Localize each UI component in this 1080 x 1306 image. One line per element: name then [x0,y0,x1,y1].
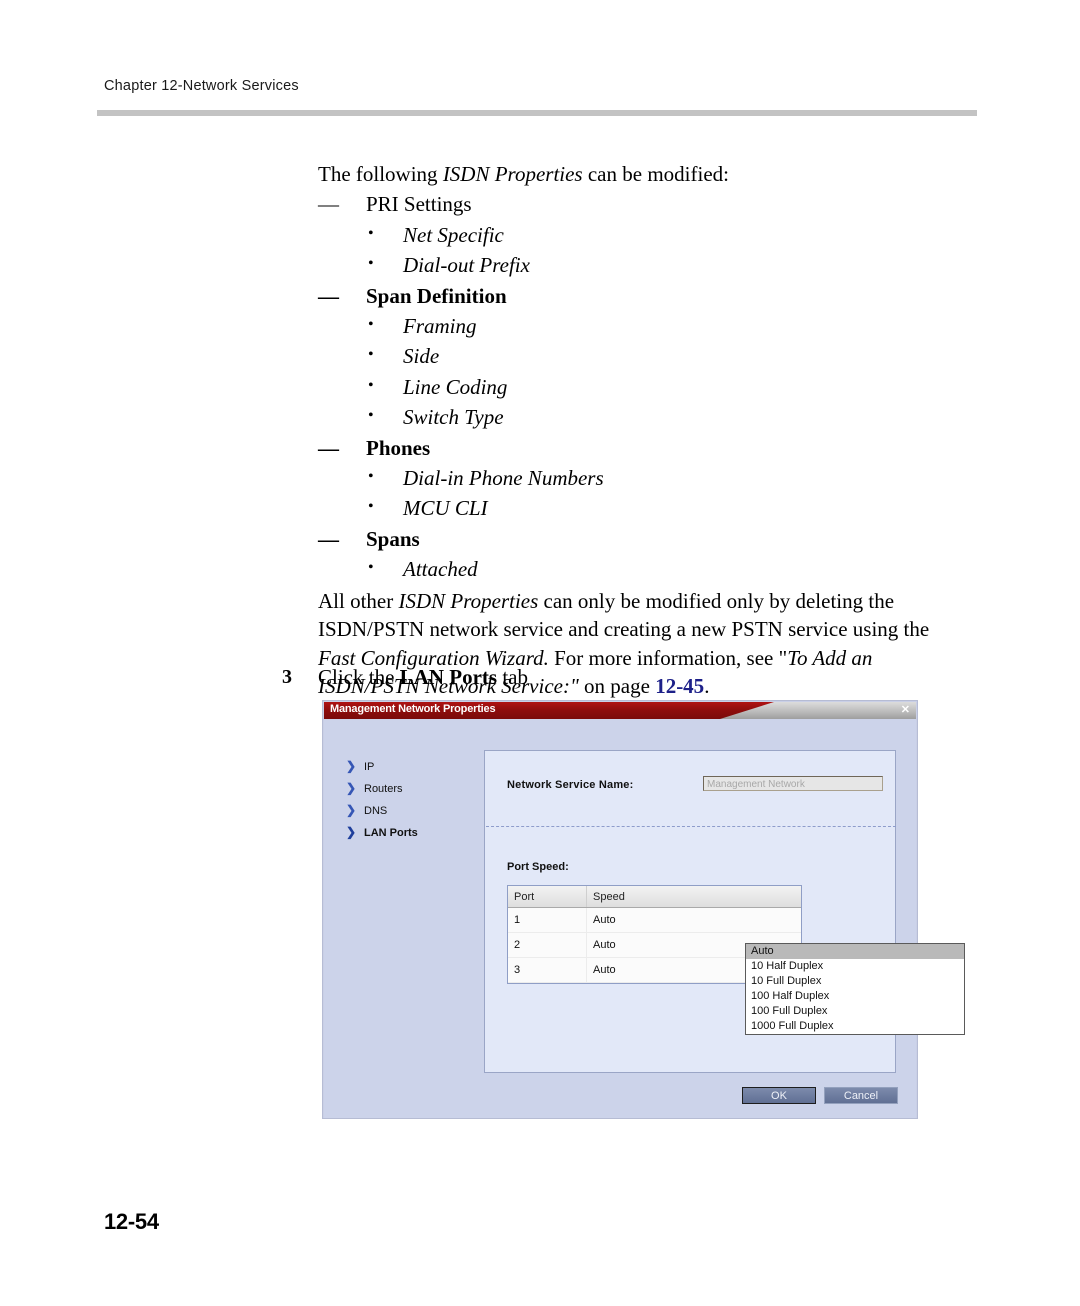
dropdown-option-1000-full-duplex[interactable]: 1000 Full Duplex [746,1019,964,1034]
sub-item-label: Side [403,344,440,369]
dropdown-option-100-half-duplex[interactable]: 100 Half Duplex [746,989,964,1004]
step-pre: Click the [318,665,400,689]
group-label: Spans [366,526,420,551]
dialog-body: ❯ IP ❯ Routers ❯ DNS ❯ LAN Ports Network… [324,719,965,1118]
sidebar-item-lan-ports[interactable]: ❯ LAN Ports [342,822,472,844]
em-dash-marker: — [318,192,339,217]
body-content: The following ISDN Properties can be mod… [318,160,958,700]
chevron-right-icon: ❯ [346,759,357,773]
list-item: • Dial-in Phone Numbers [318,464,958,492]
sub-item-label: Net Specific [403,222,504,247]
column-header-speed: Speed [586,886,801,908]
list-item: • Net Specific [318,221,958,249]
list-item-spans: — Spans [318,525,958,553]
cell-port: 1 [508,907,587,933]
network-service-name-input[interactable]: Management Network [703,776,883,791]
bullet-marker: • [368,255,374,273]
dropdown-option-10-half-duplex[interactable]: 10 Half Duplex [746,959,964,974]
intro-post: can be modified: [582,162,729,186]
network-service-name-label: Network Service Name: [507,779,634,791]
cell-speed[interactable]: Auto [586,907,801,933]
sidebar-item-dns[interactable]: ❯ DNS [342,800,472,822]
em-dash-marker: — [318,283,339,308]
cell-port: 2 [508,932,587,958]
sub-item-label: Switch Type [403,405,504,430]
dialog-content-panel: Network Service Name: Management Network… [484,750,965,1073]
bullet-marker: • [368,559,374,577]
sidebar-item-routers[interactable]: ❯ Routers [342,778,472,800]
dropdown-option-10-full-duplex[interactable]: 10 Full Duplex [746,974,964,989]
close-icon[interactable]: ✕ [901,703,910,716]
dropdown-option-100-full-duplex[interactable]: 100 Full Duplex [746,1004,964,1019]
group-label: Phones [366,435,431,460]
bullet-marker: • [368,407,374,425]
bullet-marker: • [368,346,374,364]
sidebar-item-label: Routers [364,783,403,795]
chevron-right-icon: ❯ [346,781,357,795]
step-text: Click the LAN Ports tab [282,663,942,691]
page-number: 12-54 [104,1209,159,1234]
cell-speed-value: Auto [593,964,616,976]
sidebar-item-label: LAN Ports [364,827,418,839]
header-rule [97,110,977,116]
intro-italic: ISDN Properties [442,162,583,186]
chevron-right-icon: ❯ [346,825,357,839]
sidebar-item-label: DNS [364,805,388,817]
sub-item-label: Framing [403,314,477,339]
table-header-row: Port Speed [508,886,801,908]
closing-em1: ISDN Properties [398,588,539,613]
dialog-button-row: OK Cancel [742,1087,898,1104]
running-header: Chapter 12-Network Services [104,78,299,94]
section-divider [486,826,896,827]
list-item: • Framing [318,312,958,340]
sub-item-label: MCU CLI [403,496,488,521]
bullet-marker: • [368,468,374,486]
list-item-phones: — Phones [318,434,958,462]
bullet-marker: • [368,498,374,516]
intro-paragraph: The following ISDN Properties can be mod… [318,160,958,188]
sub-item-label: Dial-out Prefix [403,253,530,278]
intro-pre: The following [318,162,443,186]
group-label: PRI Settings [366,192,472,217]
group-label: Span Definition [366,283,507,308]
network-service-name-row: Network Service Name: Management Network [507,776,883,796]
column-header-port: Port [508,886,587,908]
list-item: • Line Coding [318,373,958,401]
bullet-marker: • [368,316,374,334]
ok-button[interactable]: OK [742,1087,816,1104]
list-item-pri-settings: — PRI Settings [318,190,958,218]
step-number: 3 [282,666,292,688]
step-post: tab [497,665,528,689]
list-item: • Dial-out Prefix [318,251,958,279]
chevron-right-icon: ❯ [346,803,357,817]
sub-item-label: Attached [403,557,478,582]
bullet-marker: • [368,376,374,394]
table-row[interactable]: 1 Auto [508,907,801,933]
dialog-sidebar: ❯ IP ❯ Routers ❯ DNS ❯ LAN Ports [342,756,472,844]
list-item: • Switch Type [318,403,958,431]
bullet-marker: • [368,224,374,242]
list-item: • Attached [318,555,958,583]
em-dash-marker: — [318,435,339,460]
step-3: 3 Click the LAN Ports tab [282,663,942,691]
list-item: • MCU CLI [318,494,958,522]
sub-item-label: Line Coding [403,374,508,399]
cancel-button[interactable]: Cancel [824,1087,898,1104]
dropdown-option-auto[interactable]: Auto [746,944,964,959]
em-dash-marker: — [318,526,339,551]
list-item: • Side [318,342,958,370]
port-speed-label: Port Speed: [507,861,569,873]
dialog-titlebar: Management Network Properties ✕ [324,702,916,719]
sidebar-item-label: IP [364,761,375,773]
cell-port: 3 [508,957,587,983]
dialog-title: Management Network Properties [330,703,496,715]
management-network-properties-dialog: Management Network Properties ✕ ❯ IP ❯ R… [322,700,965,1119]
sub-item-label: Dial-in Phone Numbers [403,466,604,491]
port-speed-dropdown-list[interactable]: Auto 10 Half Duplex 10 Full Duplex 100 H… [745,943,965,1035]
list-item-span-definition: — Span Definition [318,282,958,310]
sidebar-item-ip[interactable]: ❯ IP [342,756,472,778]
step-bold: LAN Ports [399,665,498,689]
closing-seg1: All other [318,588,399,613]
